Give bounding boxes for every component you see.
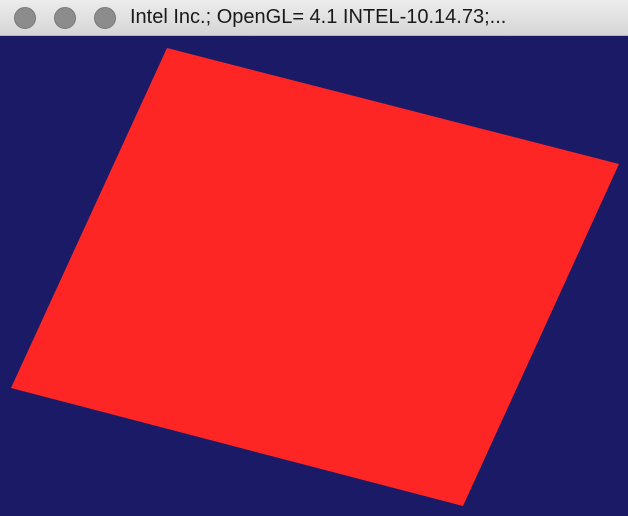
opengl-window: Intel Inc.; OpenGL= 4.1 INTEL-10.14.73;.… bbox=[0, 0, 628, 516]
gl-viewport[interactable] bbox=[0, 36, 628, 516]
title-bar[interactable]: Intel Inc.; OpenGL= 4.1 INTEL-10.14.73;.… bbox=[0, 0, 628, 36]
minimize-button[interactable] bbox=[54, 6, 76, 29]
render-canvas bbox=[0, 36, 628, 516]
close-button[interactable] bbox=[14, 6, 36, 29]
window-title: Intel Inc.; OpenGL= 4.1 INTEL-10.14.73;.… bbox=[130, 6, 507, 28]
zoom-button[interactable] bbox=[94, 6, 116, 29]
window-controls bbox=[0, 6, 130, 29]
